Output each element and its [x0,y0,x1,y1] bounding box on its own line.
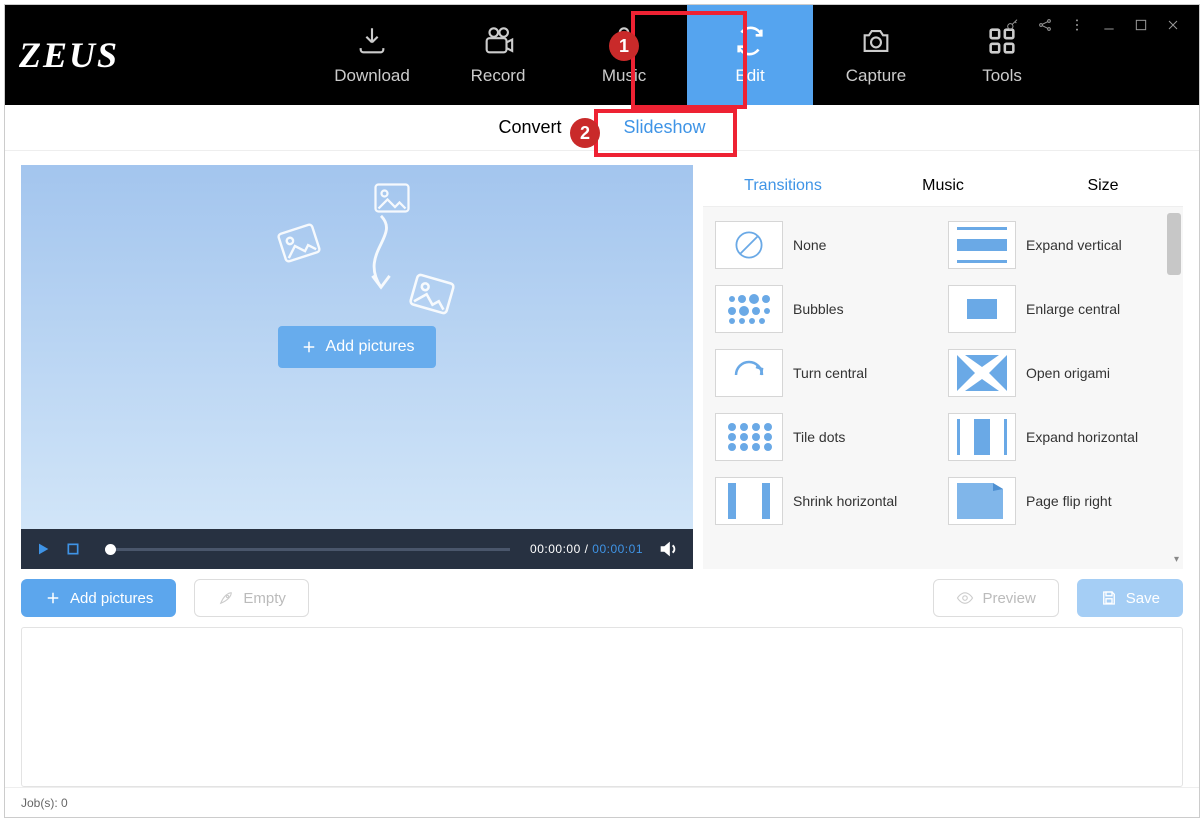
right-tab-transitions[interactable]: Transitions [703,177,863,195]
topbar: ZEUS Download Record Music Edit Capture [5,5,1199,105]
subnav-slideshow[interactable]: Slideshow [607,117,721,138]
record-icon [481,24,515,58]
progress-bar[interactable] [105,548,510,551]
transition-item[interactable]: Turn central [715,349,924,397]
save-icon [1100,589,1118,607]
enlarge-central-icon [957,291,1007,327]
add-pictures-center-button[interactable]: Add pictures [278,326,437,368]
transition-item[interactable]: Shrink horizontal [715,477,924,525]
transition-item[interactable]: Bubbles [715,285,924,333]
preview-button[interactable]: Preview [933,579,1058,617]
time-display: 00:00:00 / 00:00:01 [530,542,643,556]
transition-item[interactable]: Tile dots [715,413,924,461]
expand-vertical-icon [957,227,1007,263]
empty-button[interactable]: Empty [194,579,309,617]
app-logo: ZEUS [19,34,119,76]
save-button[interactable]: Save [1077,579,1183,617]
picture-doodle-icon [275,222,323,265]
transitions-panel: None Expand vertical Bubbles Enlarge cen… [703,207,1183,569]
origami-icon [957,355,1007,391]
page-flip-icon [957,483,1007,519]
subnav-convert[interactable]: Convert [482,117,577,138]
shrink-horizontal-icon [724,483,774,519]
rocket-icon [217,589,235,607]
scrollbar-thumb[interactable] [1167,213,1181,275]
volume-icon[interactable] [657,538,679,560]
transition-item[interactable]: Open origami [948,349,1157,397]
plus-icon [300,338,318,356]
turn-central-icon [724,355,774,391]
transition-item[interactable]: None [715,221,924,269]
camera-icon [859,24,893,58]
bubbles-icon [724,291,774,327]
right-tab-size[interactable]: Size [1023,177,1183,195]
annotation-badge: 2 [570,118,600,148]
scrollbar[interactable]: ▾ [1167,211,1181,565]
add-pictures-button[interactable]: Add pictures [21,579,176,617]
menu-icon[interactable] [1069,17,1085,33]
transition-item[interactable]: Expand vertical [948,221,1157,269]
right-tab-music[interactable]: Music [863,177,1023,195]
picture-doodle-icon [407,272,457,316]
subnav: Convert Slideshow [5,105,1199,151]
status-bar: Job(s): 0 [5,787,1199,817]
share-icon[interactable] [1037,17,1053,33]
refresh-icon [733,24,767,58]
picture-doodle-icon [373,183,411,213]
arrow-curve-icon [351,213,411,313]
nav-download[interactable]: Download [309,5,435,105]
main-nav: Download Record Music Edit Capture Tools [309,5,1065,105]
nav-capture[interactable]: Capture [813,5,939,105]
chevron-down-icon[interactable]: ▾ [1174,554,1179,565]
nav-edit[interactable]: Edit [687,5,813,105]
maximize-icon[interactable] [1133,17,1149,33]
minimize-icon[interactable] [1101,17,1117,33]
plus-icon [44,589,62,607]
annotation-badge: 1 [609,31,639,61]
close-icon[interactable] [1165,17,1181,33]
key-icon[interactable] [1005,17,1021,33]
nav-record[interactable]: Record [435,5,561,105]
transition-item[interactable]: Enlarge central [948,285,1157,333]
preview-area: Add pictures [21,165,693,529]
player-bar: 00:00:00 / 00:00:01 [21,529,693,569]
tile-dots-icon [724,419,774,455]
eye-icon [956,589,974,607]
none-icon [724,227,774,263]
transition-item[interactable]: Expand horizontal [948,413,1157,461]
stop-icon[interactable] [65,541,81,557]
transition-item[interactable]: Page flip right [948,477,1157,525]
expand-horizontal-icon [957,419,1007,455]
download-icon [355,24,389,58]
jobs-area [21,627,1183,787]
play-icon[interactable] [35,541,51,557]
